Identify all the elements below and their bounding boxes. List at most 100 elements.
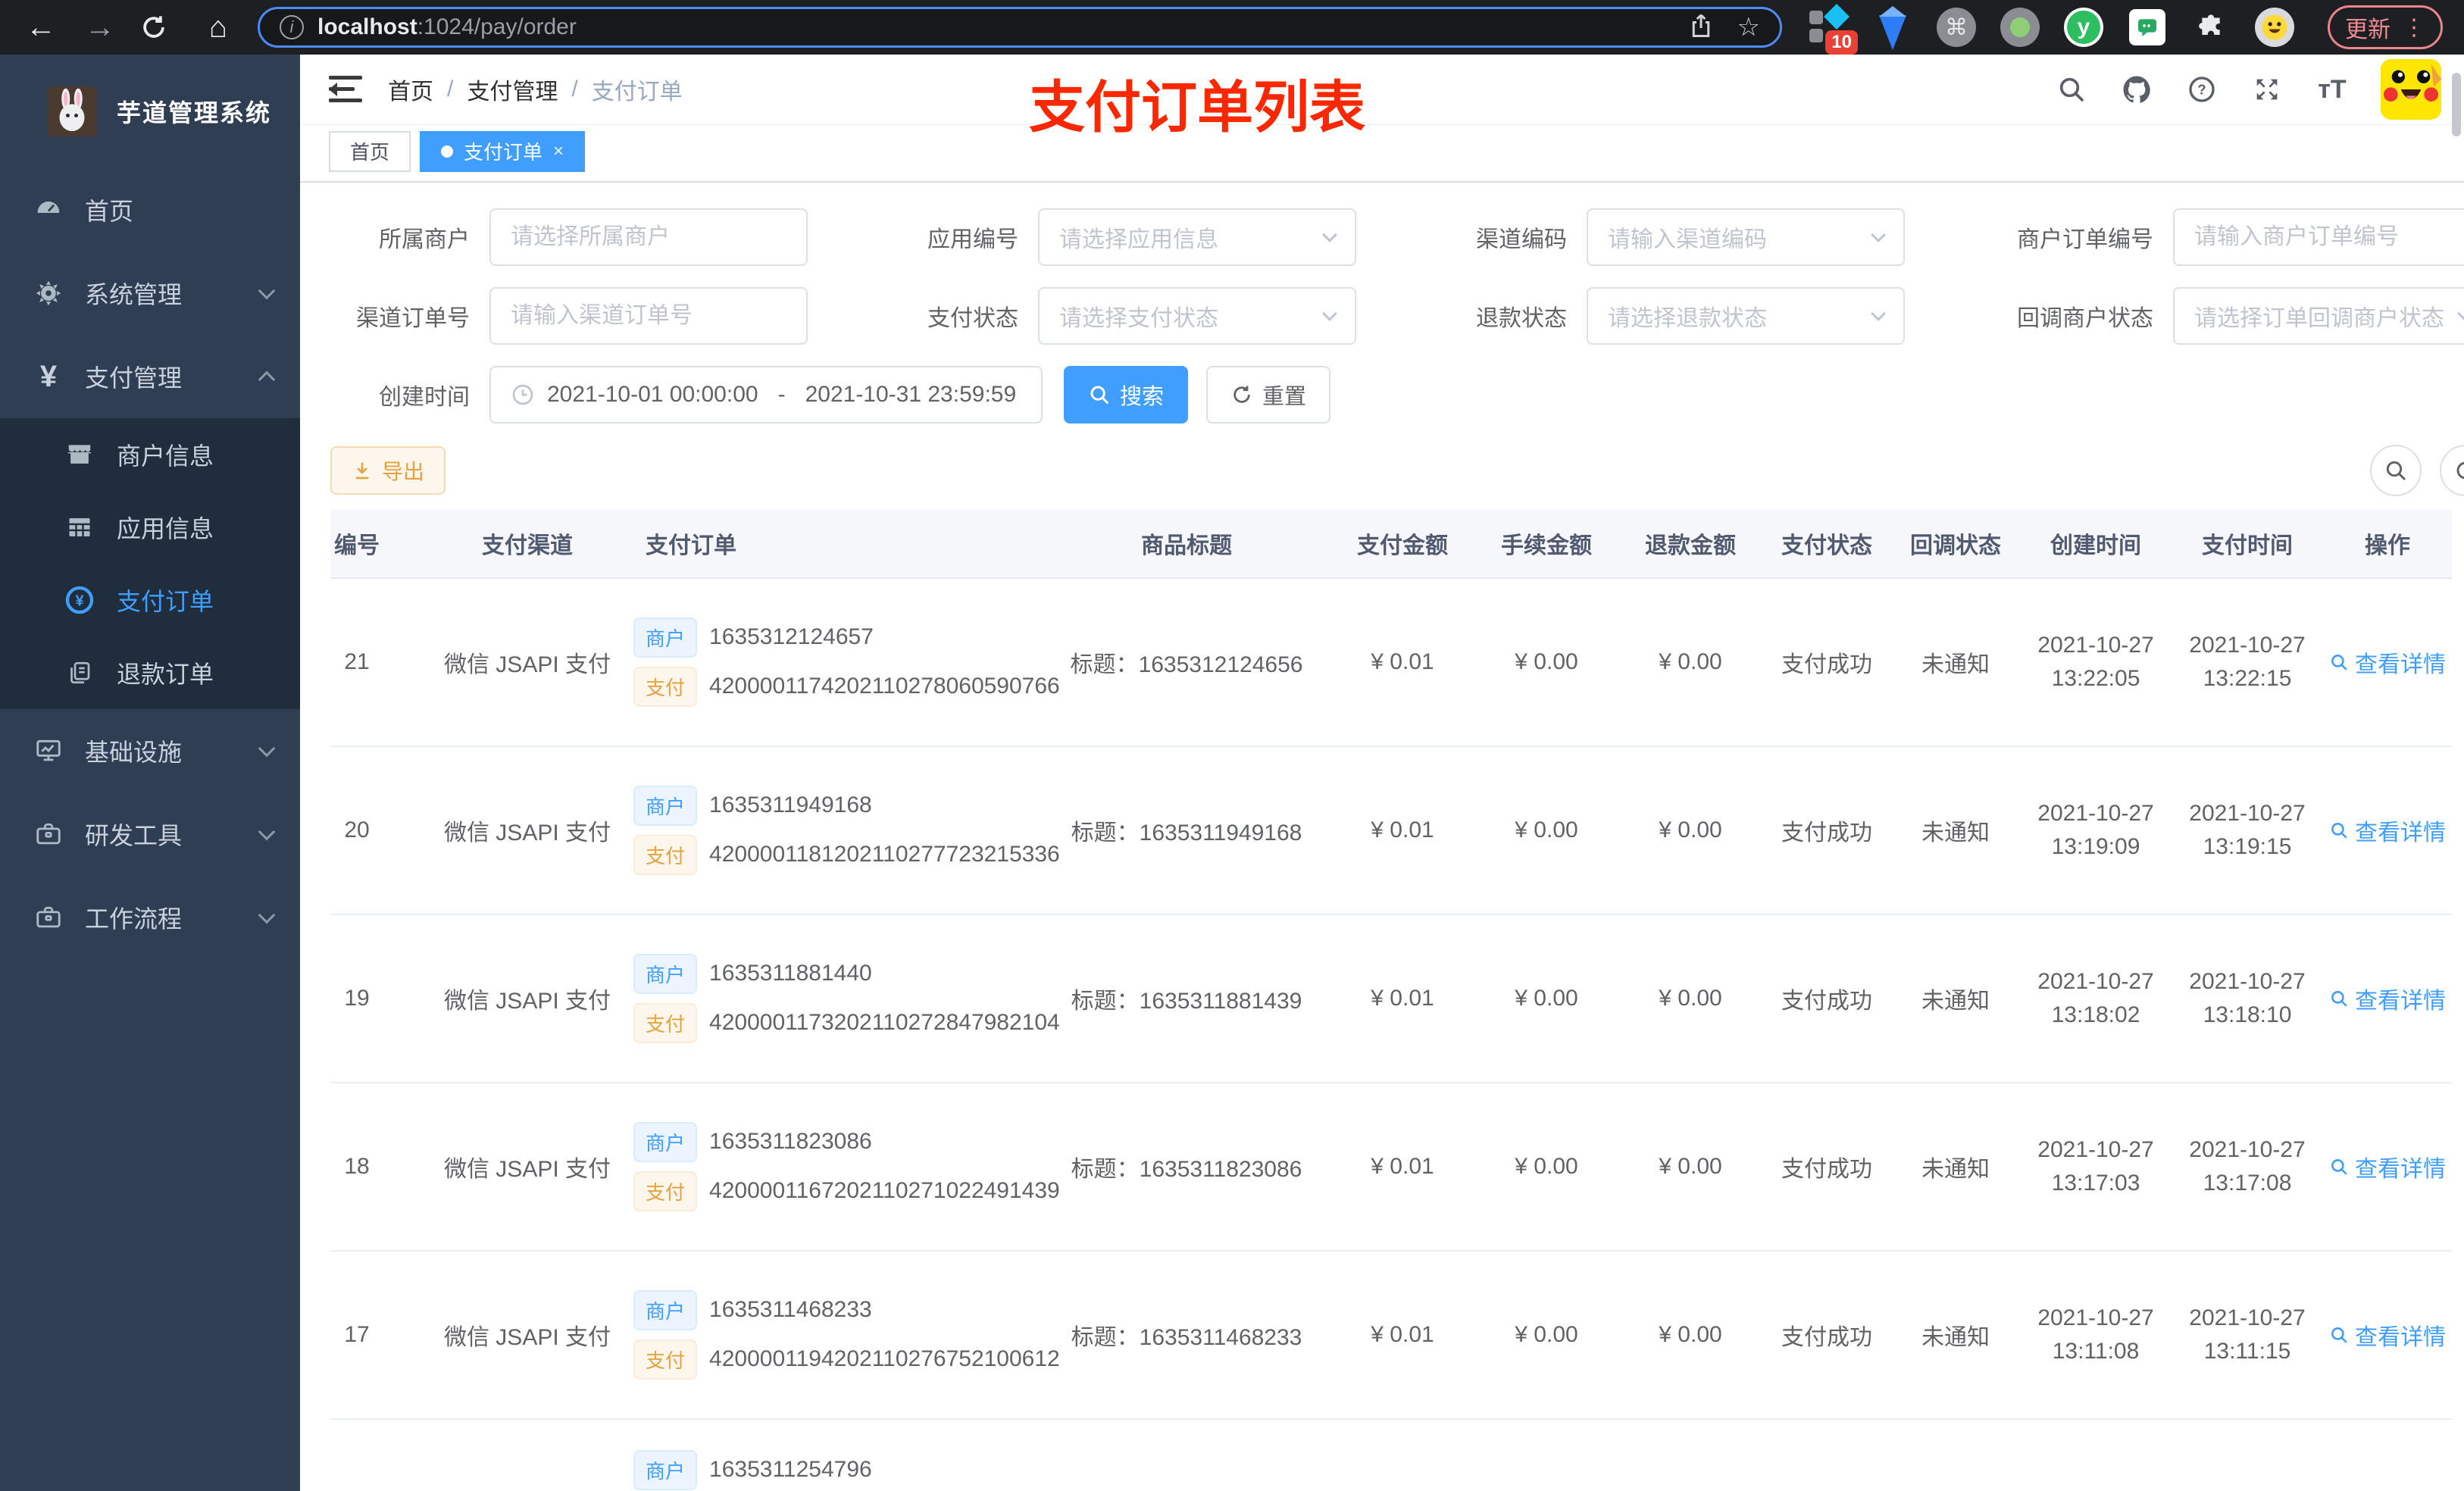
sidebar-item-label: 支付管理 xyxy=(85,364,183,392)
search-icon xyxy=(2331,822,2347,839)
github-icon[interactable] xyxy=(2120,73,2153,106)
reset-button[interactable]: 重置 xyxy=(1206,365,1331,424)
chevron-down-icon xyxy=(258,823,276,841)
monitor-chart-icon xyxy=(32,736,65,765)
callback-status-filter-select[interactable]: 请选择订单回调商户状态 xyxy=(2173,286,2464,345)
cell-pay-order: 商户 1635311823086 支付 4200001167202110271022… xyxy=(633,1081,1060,1251)
share-icon[interactable] xyxy=(1687,12,1715,39)
channel-order-filter-input[interactable] xyxy=(489,286,808,345)
cell-channel xyxy=(421,1418,633,1491)
view-detail-link[interactable]: 查看详情 xyxy=(2329,645,2446,679)
sidebar-item-payment[interactable]: ¥ 支付管理 xyxy=(0,335,300,418)
help-icon[interactable]: ? xyxy=(2185,73,2219,106)
sidebar-item-infra[interactable]: 基础设施 xyxy=(0,709,300,792)
view-detail-link[interactable]: 查看详情 xyxy=(2329,1150,2446,1183)
site-info-icon[interactable]: i xyxy=(280,15,304,39)
sidebar-item-refund-order[interactable]: 退款订单 xyxy=(0,636,300,709)
tab-pay-order[interactable]: 支付订单 × xyxy=(420,130,586,172)
merchant-order-filter-label: 商户订单编号 xyxy=(2017,227,2153,252)
channel-pay-no: 4200001174202110278060590766 xyxy=(709,674,1060,699)
pay-status-filter-select[interactable]: 请选择支付状态 xyxy=(1038,286,1356,345)
create-time-range-picker[interactable]: 2021-10-01 00:00:00 - 2021-10-31 23:59:5… xyxy=(489,365,1043,424)
cell-title: 标题：1635311823086 xyxy=(1043,1081,1330,1251)
sidebar-item-pay-order[interactable]: ¥ 支付订单 xyxy=(0,564,300,636)
cell-amount: ¥ 0.01 xyxy=(1330,1081,1474,1251)
search-button[interactable]: 搜索 xyxy=(1064,365,1189,424)
extension-chat-icon[interactable] xyxy=(2126,6,2169,48)
chevron-down-icon xyxy=(1322,227,1337,242)
extension-record-icon[interactable] xyxy=(1999,6,2041,48)
profile-emoji-icon[interactable] xyxy=(2253,6,2296,48)
fullscreen-icon[interactable] xyxy=(2250,73,2284,106)
tab-home[interactable]: 首页 xyxy=(329,130,411,172)
create-time-filter-label: 创建时间 xyxy=(379,384,470,410)
browser-home-button[interactable]: ⌂ xyxy=(199,11,238,45)
toggle-search-button[interactable] xyxy=(2370,444,2422,496)
user-avatar[interactable] xyxy=(2381,59,2441,120)
view-detail-link[interactable]: 查看详情 xyxy=(2329,1318,2446,1352)
cell-pay-order: 商户 1635312124657 支付 4200001174202110278060… xyxy=(633,578,1060,746)
merchant-tag: 商户 xyxy=(633,617,698,658)
logo-image xyxy=(47,86,97,136)
extension-gem-icon[interactable] xyxy=(1871,6,1914,50)
sidebar-item-merchant-info[interactable]: 商户信息 xyxy=(0,418,300,491)
cell-pay-time: 2021-10-27 13:17:08 xyxy=(2172,1081,2323,1251)
page-scrollbar-thumb[interactable] xyxy=(2452,73,2461,136)
export-button[interactable]: 导出 xyxy=(330,445,446,495)
cell-channel: 微信 JSAPI 支付 xyxy=(421,1081,633,1251)
merchant-order-filter-input[interactable] xyxy=(2173,208,2464,266)
cell-id: 18 xyxy=(330,1081,421,1251)
column-header: 回调状态 xyxy=(1891,509,2020,579)
channel-code-filter-select[interactable]: 请输入渠道编码 xyxy=(1587,208,1905,266)
extension-y-icon[interactable]: y xyxy=(2062,6,2105,48)
sidebar-item-workflow[interactable]: 工作流程 xyxy=(0,876,300,959)
cell-pay-status: 支付成功 xyxy=(1762,1249,1891,1419)
cell-action: 查看详情 xyxy=(2323,913,2452,1083)
address-bar[interactable]: i localhost:1024/pay/order ☆ xyxy=(258,7,1782,48)
date-from: 2021-10-01 00:00:00 xyxy=(547,381,758,407)
view-detail-link[interactable]: 查看详情 xyxy=(2329,982,2446,1015)
cell-amount: ¥ 0.01 xyxy=(1330,913,1474,1083)
merchant-order-no: 1635311823086 xyxy=(709,1129,872,1155)
refund-status-filter-select[interactable]: 请选择退款状态 xyxy=(1587,286,1905,345)
browser-update-button[interactable]: 更新 ⋮ xyxy=(2328,5,2443,49)
close-tab-icon[interactable]: × xyxy=(553,141,564,162)
sidebar-item-label: 首页 xyxy=(85,198,134,225)
cell-title: 标题：1635311468233 xyxy=(1043,1249,1330,1419)
browser-reload-button[interactable] xyxy=(139,13,179,42)
collapse-sidebar-button[interactable] xyxy=(329,76,362,103)
extensions-puzzle-icon[interactable] xyxy=(2190,6,2232,48)
refresh-icon xyxy=(2456,461,2464,479)
app-logo: 芋道管理系统 xyxy=(0,55,300,168)
table-row: 21 微信 JSAPI 支付 商户 1635312124657 支付 42000011… xyxy=(330,578,2452,746)
payment-submenu: 商户信息 应用信息 ¥ 支付订单 退款订单 xyxy=(0,418,300,709)
sidebar-item-home[interactable]: 首页 xyxy=(0,168,300,252)
breadcrumb-home[interactable]: 首页 xyxy=(388,73,433,106)
refresh-table-button[interactable] xyxy=(2440,444,2464,496)
cell-amount: ¥ 0.01 xyxy=(1371,649,1434,674)
extension-command-icon[interactable]: ⌘ xyxy=(1935,6,1978,48)
search-icon xyxy=(2386,461,2406,480)
browser-back-button[interactable]: ← xyxy=(21,11,61,45)
sidebar-item-app-info[interactable]: 应用信息 xyxy=(0,491,300,564)
font-size-icon[interactable]: тT xyxy=(2315,73,2349,106)
cell-refund: ¥ 0.00 xyxy=(1618,1081,1762,1251)
view-detail-link[interactable]: 查看详情 xyxy=(2329,814,2446,847)
sidebar-item-devtools[interactable]: 研发工具 xyxy=(0,792,300,876)
merchant-tag: 商户 xyxy=(633,785,698,826)
sidebar-item-label: 研发工具 xyxy=(85,822,183,849)
cell-create-time: 2021-10-27 13:17:03 xyxy=(2020,1081,2172,1251)
app-filter-select[interactable]: 请选择应用信息 xyxy=(1038,208,1356,266)
merchant-filter-input[interactable] xyxy=(489,208,808,266)
app-filter-label: 应用编号 xyxy=(927,227,1018,252)
orders-table: 编号 支付渠道 支付订单 商品标题 支付金额 手续金额 退款金额 支付状态 回调状态 创建时间 支付… xyxy=(330,509,2464,1491)
bookmark-star-icon[interactable]: ☆ xyxy=(1737,12,1760,42)
extension-tasks-icon[interactable]: 10 xyxy=(1808,4,1858,55)
cell-refund: ¥ 0.00 xyxy=(1618,913,1762,1083)
browser-forward-button[interactable]: → xyxy=(80,11,120,45)
cell-create-time xyxy=(2020,1418,2172,1491)
channel-code-filter-label: 渠道编码 xyxy=(1476,227,1567,252)
header-search-icon[interactable] xyxy=(2055,73,2088,106)
sidebar-item-system[interactable]: 系统管理 xyxy=(0,252,300,335)
table-toolbar: 导出 xyxy=(330,444,2464,496)
